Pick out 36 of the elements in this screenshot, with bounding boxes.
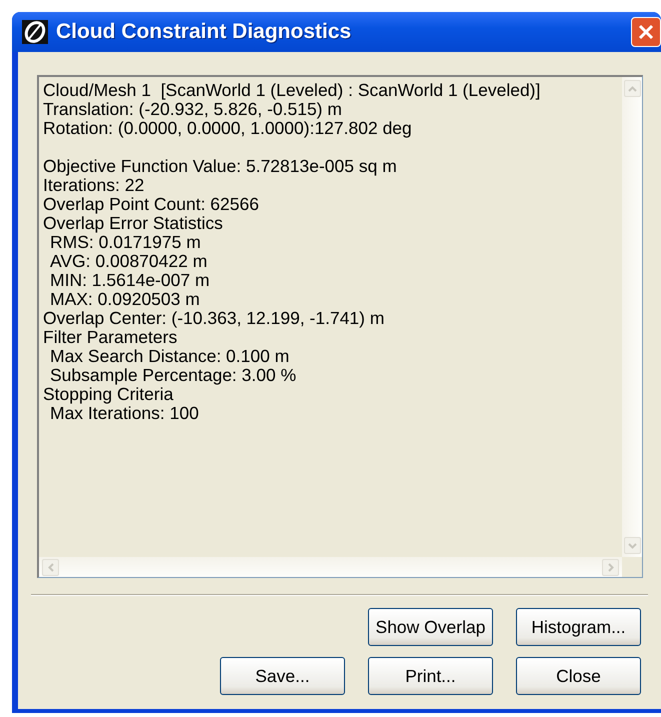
app-logo-icon [22,20,48,44]
scroll-down-button[interactable] [624,537,640,554]
chevron-up-icon [628,86,636,92]
report-line: MAX: 0.0920503 m [49,290,201,309]
report-line: Filter Parameters [43,328,178,347]
report-line: Iterations: 22 [43,176,146,195]
report-line: Max Search Distance: 0.100 m [49,347,290,366]
report-line: Rotation: (0.0000, 0.0000, 1.0000):127.802 deg [43,119,413,138]
chevron-down-icon [628,542,636,548]
report-line: MIN: 1.5614e-007 m [49,271,211,290]
report-line: RMS: 0.0171975 m [50,233,202,252]
chevron-left-icon [48,562,54,572]
report-line: Stopping Criteria [43,385,174,404]
scroll-right-button[interactable] [602,558,619,576]
window-title: Cloud Constraint Diagnostics [56,19,352,45]
report-line: Overlap Center: (-10.363, 12.199, -1.741) m [43,309,386,328]
report-line: Overlap Point Count: 62566 [43,195,260,214]
dialog-button[interactable]: Save... [220,657,345,695]
report-line: AVG: 0.00870422 m [49,252,208,271]
report-line: Objective Function Value: 5.72813e-005 sq m [43,157,398,176]
report-line: Max Iterations: 100 [50,404,200,423]
scroll-up-button[interactable] [624,80,640,97]
report-line: Translation: (-20.932, 5.826, -0.515) m [43,100,342,119]
horizontal-scrollbar[interactable] [39,557,622,577]
report-text-area[interactable] [37,75,643,578]
report-line: Overlap Error Statistics [43,214,224,233]
report-line: Subsample Percentage: 3.00 % [49,366,298,385]
dialog-button[interactable]: Histogram... [516,608,641,646]
dialog-button[interactable]: Print... [368,657,493,695]
chevron-right-icon [608,562,614,572]
vertical-scrollbar[interactable] [622,77,642,557]
close-icon[interactable] [631,17,661,47]
dialog-button[interactable]: Show Overlap [368,608,493,646]
dialog-button[interactable]: Close [516,657,641,695]
scroll-left-button[interactable] [42,558,59,576]
report-line: Cloud/Mesh 1 [ScanWorld 1 (Leveled) : ScanWorld 1 (Leveled)] [43,81,542,100]
